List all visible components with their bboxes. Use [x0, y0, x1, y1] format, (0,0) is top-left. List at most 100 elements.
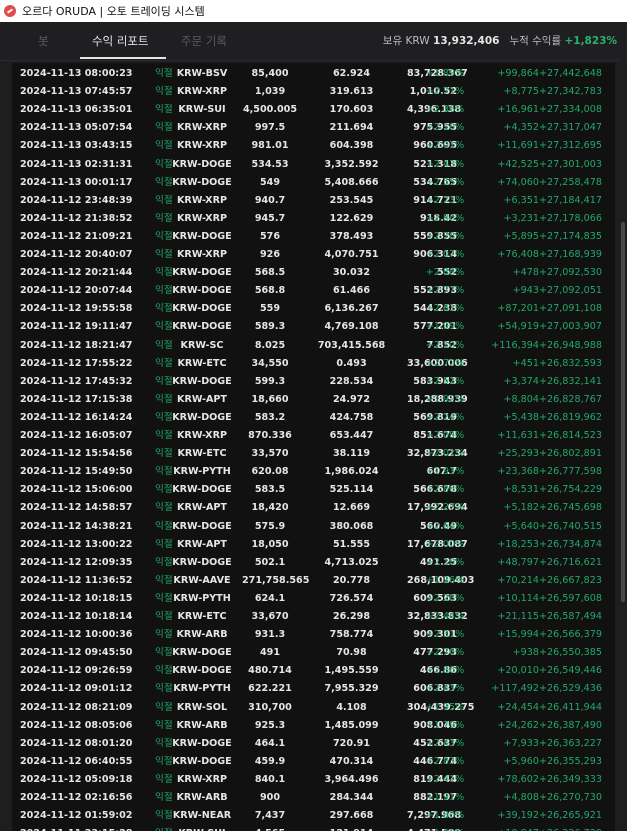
table-row[interactable]: 2024-11-12 21:38:52 익절 KRW-XRP 945.7 122.629… [12, 210, 615, 228]
table-row[interactable]: 2024-11-12 15:06:00 익절 KRW-DOGE 583.5 525.11… [12, 481, 615, 499]
trade-price: 7,437 [254, 810, 286, 822]
tab-order-history[interactable]: 주문 기록 [181, 22, 227, 60]
table-row[interactable]: 2024-11-13 07:45:57 익절 KRW-XRP 1,039 319.613… [12, 83, 615, 101]
profit-report-list[interactable]: 2024-11-13 08:00:23 익절 KRW-BSV 85,400 62.924… [12, 63, 615, 831]
profit-amount: +3,231 [503, 212, 539, 224]
table-row[interactable]: 2024-11-12 13:00:22 익절 KRW-APT 18,050 51.555… [12, 536, 615, 554]
table-row[interactable]: 2024-11-12 15:54:56 익절 KRW-ETC 33,570 38.119… [12, 445, 615, 463]
table-row[interactable]: 2024-11-13 06:35:01 익절 KRW-SUI 4,500.005 170… [12, 101, 615, 119]
trade-quantity: 297.668 [329, 810, 374, 822]
profit-rate: +2.28% [425, 592, 465, 604]
table-row[interactable]: 2024-11-12 18:21:47 익절 KRW-SC 8.025 703,415.… [12, 337, 615, 355]
trade-time: 2024-11-12 06:40:55 [20, 755, 133, 767]
table-row[interactable]: 2024-11-13 00:01:17 익절 KRW-DOGE 549 5,408.66… [12, 174, 615, 192]
trade-price: 534.53 [251, 158, 289, 170]
trade-price: 559 [259, 303, 281, 315]
table-row[interactable]: 2024-11-12 10:18:15 익절 KRW-PYTH 624.1 726.57… [12, 590, 615, 608]
tab-bot[interactable]: 봇 [38, 22, 49, 60]
market-symbol: KRW-DOGE [172, 665, 232, 677]
table-row[interactable]: 2024-11-13 02:31:31 익절 KRW-DOGE 534.53 3,352… [12, 156, 615, 174]
table-row[interactable]: 2024-11-12 06:40:55 익절 KRW-DOGE 459.9 470.31… [12, 753, 615, 771]
table-row[interactable]: 2024-11-12 20:21:44 익절 KRW-DOGE 568.5 30.032… [12, 264, 615, 282]
cumulative-profit: +26,734,874 [539, 538, 602, 550]
profit-amount: +39,192 [497, 810, 539, 822]
trade-time: 2024-11-12 16:14:24 [20, 411, 133, 423]
trade-time: 2024-11-12 21:09:21 [20, 230, 133, 242]
table-row[interactable]: 2024-11-13 03:43:15 익절 KRW-XRP 981.01 604.39… [12, 137, 615, 155]
app-logo-icon [4, 5, 16, 17]
profit-rate: +2.24% [425, 411, 465, 423]
table-row[interactable]: 2024-11-12 15:49:50 익절 KRW-PYTH 620.08 1,986… [12, 463, 615, 481]
trade-time: 2024-11-12 15:49:50 [20, 466, 133, 478]
scrollbar-thumb[interactable] [621, 222, 625, 602]
trade-quantity: 284.344 [329, 792, 374, 803]
table-row[interactable]: 2024-11-12 10:18:14 익절 KRW-ETC 33,670 26.298… [12, 608, 615, 626]
table-row[interactable]: 2024-11-12 17:15:38 익절 KRW-APT 18,660 24.972… [12, 391, 615, 409]
trade-time: 2024-11-11 23:15:28 [20, 825, 132, 831]
table-row[interactable]: 2024-11-12 20:40:07 익절 KRW-XRP 926 4,070.751… [12, 246, 615, 264]
table-row[interactable]: 2024-11-12 19:55:58 익절 KRW-DOGE 559 6,136.26… [12, 300, 615, 318]
table-row[interactable]: 2024-11-12 14:58:57 익절 KRW-APT 18,420 12.669… [12, 499, 615, 517]
tab-profit-report[interactable]: 수익 리포트 [92, 22, 149, 60]
cumulative-profit: +27,301,003 [539, 158, 602, 170]
table-row[interactable]: 2024-11-12 14:38:21 익절 KRW-DOGE 575.9 380.06… [12, 518, 615, 536]
trade-price: 271,758.565 [242, 574, 310, 586]
table-row[interactable]: 2024-11-12 01:59:02 익절 KRW-NEAR 7,437 297.66… [12, 807, 615, 825]
trade-price: 624.1 [254, 592, 286, 604]
table-row[interactable]: 2024-11-12 21:09:21 익절 KRW-DOGE 576 378.493 5… [12, 228, 615, 246]
trade-quantity: 720.91 [332, 737, 371, 749]
table-row[interactable]: 2024-11-12 17:55:22 익절 KRW-ETC 34,550 0.493 3… [12, 355, 615, 373]
profit-amount: +478 [512, 267, 539, 279]
cumulative-profit: +27,317,047 [539, 122, 602, 134]
market-symbol: KRW-DOGE [172, 285, 232, 297]
profit-rate: +2.36% [425, 104, 465, 116]
trade-price: 945.7 [254, 212, 286, 224]
table-row[interactable]: 2024-11-12 16:05:07 익절 KRW-XRP 870.336 653.4… [12, 427, 615, 445]
trade-price: 840.1 [254, 773, 286, 785]
trade-quantity: 5,408.666 [324, 176, 379, 188]
trade-quantity: 4,713.025 [324, 556, 379, 568]
table-row[interactable]: 2024-11-13 08:00:23 익절 KRW-BSV 85,400 62.924… [12, 65, 615, 83]
market-symbol: KRW-DOGE [172, 411, 232, 423]
cumulative-return-value: +1,823% [564, 35, 617, 47]
market-symbol: KRW-DOGE [172, 755, 232, 767]
table-row[interactable]: 2024-11-12 08:01:20 익절 KRW-DOGE 464.1 720.91… [12, 735, 615, 753]
table-row[interactable]: 2024-11-12 16:14:24 익절 KRW-DOGE 583.2 424.75… [12, 409, 615, 427]
holdings-label: 보유 KRW [382, 35, 430, 47]
table-row[interactable]: 2024-11-11 23:15:28익절KRW-SUI4,565121.914… [12, 825, 615, 831]
trade-quantity: 62.924 [332, 68, 371, 79]
trade-quantity: 3,964.496 [324, 773, 379, 785]
table-row[interactable]: 2024-11-12 12:09:35 익절 KRW-DOGE 502.1 4,713.… [12, 554, 615, 572]
table-row[interactable]: 2024-11-12 09:45:50 익절 KRW-DOGE 491 70.98 477… [12, 644, 615, 662]
trade-price: 926 [259, 249, 281, 260]
table-row[interactable]: 2024-11-12 23:48:39 익절 KRW-XRP 940.7 253.545… [12, 192, 615, 210]
table-row[interactable]: 2024-11-12 11:36:52 익절 KRW-AAVE 271,758.565… [12, 572, 615, 590]
table-row[interactable]: 2024-11-12 20:07:44 익절 KRW-DOGE 568.8 61.466… [12, 282, 615, 300]
table-row[interactable]: 2024-11-12 10:00:36 익절 KRW-ARB 931.3 758.774… [12, 626, 615, 644]
cumulative-profit: +26,716,621 [539, 556, 602, 568]
table-row[interactable]: 2024-11-12 02:16:56 익절 KRW-ARB 900 284.344 88… [12, 789, 615, 807]
trade-time: 2024-11-12 16:05:07 [20, 430, 133, 441]
profit-rate: +2.41% [425, 773, 465, 785]
table-row[interactable]: 2024-11-12 09:26:59 익절 KRW-DOGE 480.714 1,49… [12, 662, 615, 680]
cumulative-profit: +27,312,695 [539, 140, 602, 152]
profit-amount: +4,808 [503, 792, 539, 803]
cumulative-profit: +26,948,988 [539, 339, 602, 351]
table-row[interactable]: 2024-11-12 19:11:47 익절 KRW-DOGE 589.3 4,769.… [12, 318, 615, 336]
table-row[interactable]: 2024-11-12 17:45:32 익절 KRW-DOGE 599.3 228.53… [12, 373, 615, 391]
cumulative-profit: +27,168,939 [539, 249, 602, 260]
trade-quantity: 703,415.568 [317, 339, 386, 351]
table-row[interactable]: 2024-11-12 08:21:09 익절 KRW-SOL 310,700 4.108… [12, 699, 615, 717]
market-symbol: KRW-SC [180, 339, 224, 351]
table-row[interactable]: 2024-11-12 09:01:12 익절 KRW-PYTH 622.221 7,95… [12, 680, 615, 698]
table-row[interactable]: 2024-11-13 05:07:54 익절 KRW-XRP 997.5 211.694… [12, 119, 615, 137]
cumulative-profit: +27,092,051 [539, 285, 602, 297]
profit-rate: +1.92% [425, 393, 465, 405]
table-row[interactable]: 2024-11-12 08:05:06 익절 KRW-ARB 925.3 1,485.0… [12, 717, 615, 735]
cumulative-profit: +27,174,835 [539, 230, 602, 242]
trade-price: 18,660 [251, 393, 289, 405]
profit-rate: +2.64% [425, 520, 465, 532]
profit-rate: +1.91% [425, 792, 465, 803]
profit-rate: +2.77% [425, 285, 465, 297]
table-row[interactable]: 2024-11-12 05:09:18 익절 KRW-XRP 840.1 3,964.4… [12, 771, 615, 789]
